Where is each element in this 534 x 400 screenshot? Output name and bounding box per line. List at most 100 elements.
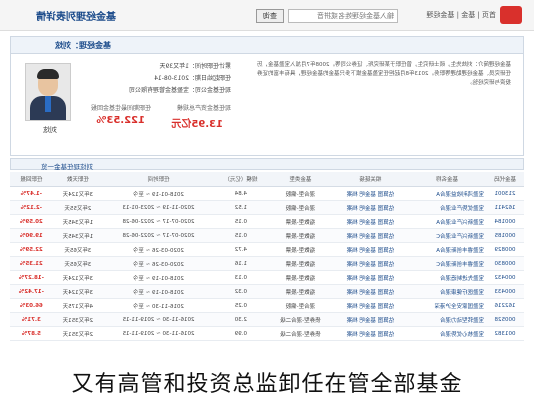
fund-links[interactable]: 估算图 基金吧 档案 xyxy=(332,326,408,341)
fund-list-header: 刘炫现任基金一览 xyxy=(10,158,524,171)
fund-type: 债券型-混合二级 xyxy=(267,326,333,341)
fund-size: 0.15 xyxy=(213,228,268,243)
nav-links: 首页 | 基金 | 基金经理 xyxy=(426,11,496,19)
search-button[interactable]: 查询 xyxy=(256,9,284,23)
panel-title: 基金经理：刘炫 xyxy=(55,41,111,50)
info-tenure: 累计任职时间：1年又39天 xyxy=(159,63,231,70)
fund-name[interactable]: 宝盈鸿利收益混合A xyxy=(407,186,487,201)
fund-links[interactable]: 估算图 基金吧 档案 xyxy=(332,298,408,313)
fund-name[interactable]: 宝盈转型动力混合 xyxy=(407,312,487,327)
fund-rows: 213001 宝盈鸿利收益混合A 估算图 基金吧 档案 混合型-偏股 4.84 2018-… xyxy=(10,186,524,341)
fund-name[interactable]: 宝盈先进制造混合 xyxy=(407,270,487,285)
fund-return: -2.12% xyxy=(10,200,53,215)
fund-days: 3年又65天 xyxy=(52,256,103,271)
fund-size: 1.52 xyxy=(213,200,268,215)
fund-period: 2020-11-19 ~ 2023-01-13 xyxy=(102,200,214,215)
manager-bio: 基金经理简介：刘炫先生，硕士研究生，曾任职于某研究所、证券公司等。2008年7月… xyxy=(257,62,511,86)
site-logo[interactable] xyxy=(500,6,522,24)
nav-link-manager[interactable]: 基金经理 xyxy=(426,11,454,19)
stat-value-best-return: 122.53% xyxy=(96,115,145,126)
fund-links[interactable]: 估算图 基金吧 档案 xyxy=(332,200,408,215)
table-row: 000830 宝盈睿丰创新混合C 估算图 基金吧 档案 指数型-股票 1.16 2020-… xyxy=(10,256,524,271)
fund-code[interactable]: 162411 xyxy=(486,200,524,215)
fund-links[interactable]: 估算图 基金吧 档案 xyxy=(332,242,408,257)
caption-text: 又有高管和投资总监卸任在管全部基金 xyxy=(71,372,463,397)
fund-return: -1.47% xyxy=(10,186,53,201)
fund-code[interactable]: 000185 xyxy=(486,228,524,243)
fund-links[interactable]: 估算图 基金吧 档案 xyxy=(332,256,408,271)
search-input[interactable]: 输入基金经理姓名或拼音 xyxy=(288,9,398,23)
nav-link-home[interactable]: 首页 xyxy=(482,11,496,19)
fund-return: -17.42% xyxy=(10,284,53,299)
fund-return: -18.27% xyxy=(10,270,53,285)
fund-name[interactable]: 宝盈新兴产业混合A xyxy=(407,214,487,229)
fund-code[interactable]: 000433 xyxy=(486,284,524,299)
fund-list-title: 刘炫现任基金一览 xyxy=(41,163,93,171)
fund-days: 1年又345天 xyxy=(52,228,103,243)
table-row: 000432 宝盈先进制造混合 估算图 基金吧 档案 指数型-股票 0.13 2018-0… xyxy=(10,270,524,285)
table-row: 213001 宝盈鸿利收益混合A 估算图 基金吧 档案 混合型-偏股 4.84 2018-… xyxy=(10,186,524,201)
fund-links[interactable]: 估算图 基金吧 档案 xyxy=(332,284,408,299)
fund-links[interactable]: 估算图 基金吧 档案 xyxy=(332,186,408,201)
fund-days: 4年又175天 xyxy=(52,298,103,313)
fund-links[interactable]: 估算图 基金吧 档案 xyxy=(332,270,408,285)
col-days[interactable]: 任职天数 xyxy=(52,172,103,187)
fund-days: 2年又351天 xyxy=(52,312,103,327)
fund-days: 1年又345天 xyxy=(52,214,103,229)
fund-code[interactable]: 001382 xyxy=(486,326,524,341)
fund-size: 4.72 xyxy=(213,242,268,257)
table-row: 162411 宝盈优势产业混合 估算图 基金吧 档案 混合型-偏股 1.52 2020-1… xyxy=(10,200,524,215)
fund-name[interactable]: 宝盈睿丰创新混合A xyxy=(407,242,487,257)
manager-profile-panel: 基金经理：刘炫 刘炫 累计任职时间：1年又39天 任职起始日期：2013-08-… xyxy=(10,36,524,156)
table-header-row: 基金代码 基金名称 相关链接 基金类型 规模（亿元） 任职时间 任职天数 任职回… xyxy=(10,172,524,187)
fund-name[interactable]: 宝盈优势产业混合 xyxy=(407,200,487,215)
fund-period: 2016-11-30 ~ 至今 xyxy=(102,298,214,313)
fund-name[interactable]: 宝盈睿丰创新混合C xyxy=(407,256,487,271)
nav-link-fund[interactable]: 基金 xyxy=(461,11,475,19)
fund-return: 5.87% xyxy=(10,326,53,341)
fund-name[interactable]: 宝盈核心优势混合 xyxy=(407,326,487,341)
fund-code[interactable]: 162216 xyxy=(486,298,524,313)
stat-value-assets: 13.95亿元 xyxy=(171,119,223,130)
stat-label-assets: 现任基金资产总规模 xyxy=(176,105,231,112)
fund-return: 3.71% xyxy=(10,312,53,327)
table-row: 001382 宝盈核心优势混合 估算图 基金吧 档案 债券型-混合二级 0.99 2016… xyxy=(10,326,524,341)
fund-code[interactable]: 000432 xyxy=(486,270,524,285)
fund-links[interactable]: 估算图 基金吧 档案 xyxy=(332,214,408,229)
fund-period: 2018-01-19 ~ 至今 xyxy=(102,284,214,299)
fund-days: 3年又124天 xyxy=(52,270,103,285)
fund-code[interactable]: 000830 xyxy=(486,256,524,271)
fund-days: 3年又124天 xyxy=(52,186,103,201)
fund-type: 混合型-偏股 xyxy=(267,186,333,201)
fund-code[interactable]: 000184 xyxy=(486,214,524,229)
fund-code[interactable]: 213001 xyxy=(486,186,524,201)
col-type[interactable]: 基金类型 xyxy=(267,172,333,187)
fund-code[interactable]: 000528 xyxy=(486,312,524,327)
fund-name[interactable]: 宝盈国家安全沪港深 xyxy=(407,298,487,313)
fund-return: 19.90% xyxy=(10,228,53,243)
fund-period: 2020-03-26 ~ 至今 xyxy=(102,256,214,271)
table-row: 162216 宝盈国家安全沪港深 估算图 基金吧 档案 混合型-偏股 0.25 2016-… xyxy=(10,298,524,313)
manager-name: 刘炫 xyxy=(43,126,57,134)
mirrored-screenshot: 首页 | 基金 | 基金经理 输入基金经理姓名或拼音 查询 基金经理列表详情 基… xyxy=(0,0,534,400)
fund-links[interactable]: 估算图 基金吧 档案 xyxy=(332,312,408,327)
col-size[interactable]: 规模（亿元） xyxy=(213,172,268,187)
col-links: 相关链接 xyxy=(332,172,408,187)
table-row: 000185 宝盈新兴产业混合C 估算图 基金吧 档案 指数型-股票 0.15 2020-… xyxy=(10,228,524,243)
stat-label-best-return: 任职期间最佳基金回报 xyxy=(90,105,151,112)
fund-code[interactable]: 000829 xyxy=(486,242,524,257)
info-company[interactable]: 现任基金公司：宝盈基金管理有限公司 xyxy=(129,85,231,94)
info-start-date: 任职起始日期：2013-08-14 xyxy=(154,75,231,82)
col-code[interactable]: 基金代码 xyxy=(486,172,524,187)
fund-period: 2018-01-19 ~ 至今 xyxy=(102,186,214,201)
col-return[interactable]: 任职回报 xyxy=(10,172,53,187)
table-row: 000433 宝盈医疗健康混合 估算图 基金吧 档案 指数型-股票 0.32 2018-0… xyxy=(10,284,524,299)
fund-type: 指数型-股票 xyxy=(267,228,333,243)
fund-name[interactable]: 宝盈新兴产业混合C xyxy=(407,228,487,243)
fund-links[interactable]: 估算图 基金吧 档案 xyxy=(332,228,408,243)
fund-return: 66.03% xyxy=(10,298,53,313)
col-name[interactable]: 基金名称 xyxy=(407,172,487,187)
fund-size: 0.15 xyxy=(213,214,268,229)
fund-name[interactable]: 宝盈医疗健康混合 xyxy=(407,284,487,299)
col-period[interactable]: 任职时间 xyxy=(102,172,214,187)
